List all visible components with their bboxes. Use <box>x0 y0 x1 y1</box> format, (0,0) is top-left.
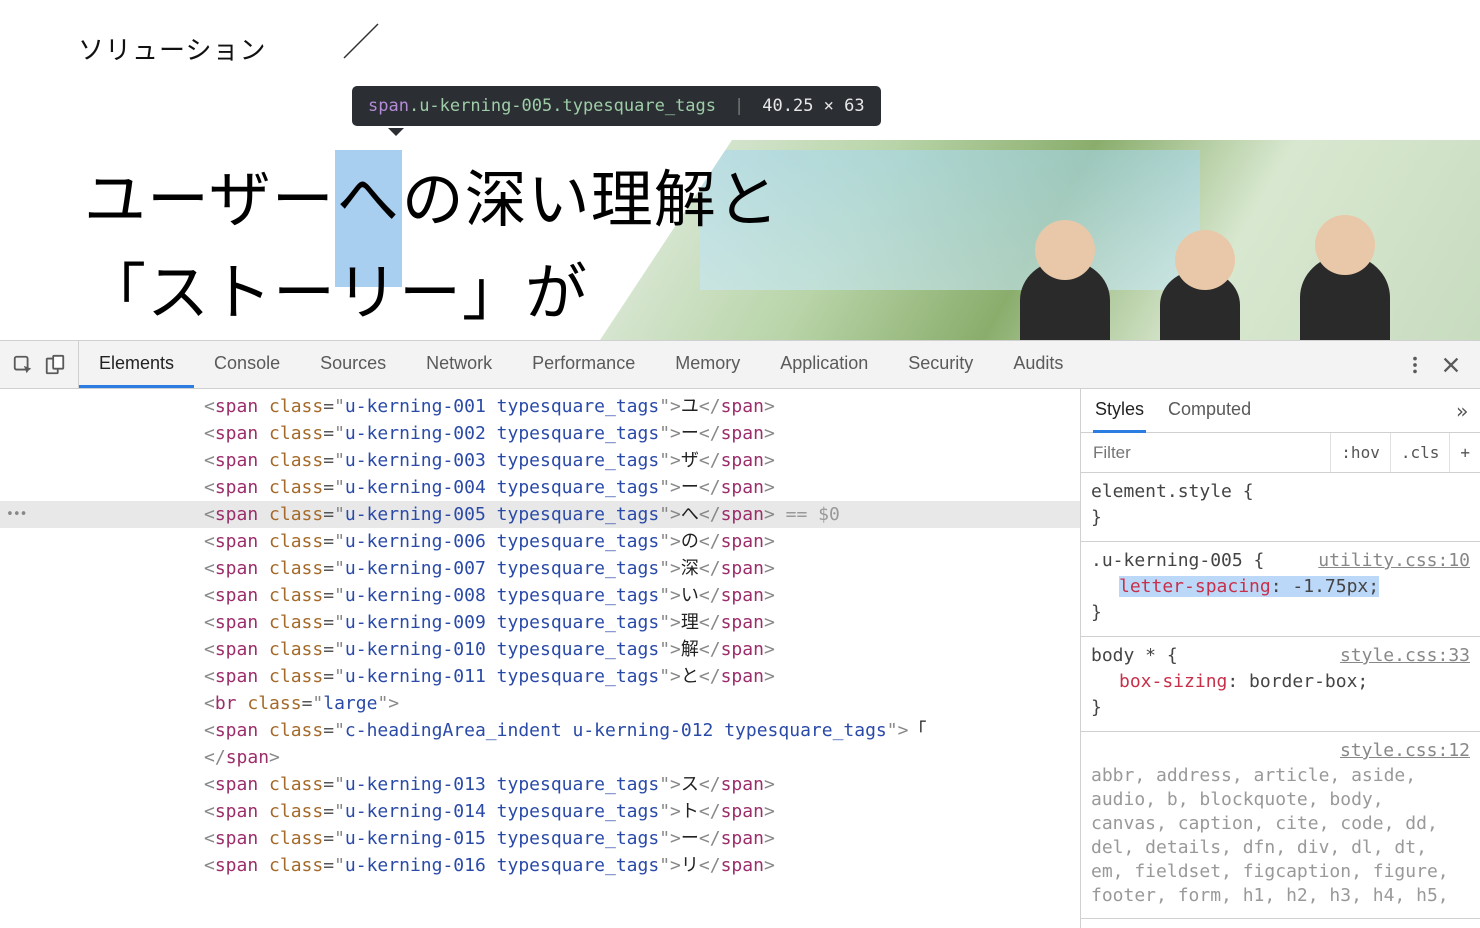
tooltip-dimensions: 40.25 × 63 <box>762 96 864 116</box>
rule-source-link[interactable]: utility.css:10 <box>1318 548 1470 574</box>
dom-node[interactable]: <span class="u-kerning-002 typesquare_ta… <box>0 420 1080 447</box>
dom-node[interactable]: <span class="u-kerning-007 typesquare_ta… <box>0 555 1080 582</box>
device-toolbar-icon[interactable] <box>44 354 66 376</box>
rule-source-link[interactable]: style.css:12 <box>1340 738 1470 764</box>
css-rule[interactable]: .u-kerning-005 {utility.css:10letter-spa… <box>1081 542 1480 637</box>
slash-divider-icon <box>336 16 386 66</box>
dom-node[interactable]: <span class="u-kerning-009 typesquare_ta… <box>0 609 1080 636</box>
devtools-tab-performance[interactable]: Performance <box>512 341 655 388</box>
styles-subtab-styles[interactable]: Styles <box>1093 389 1146 433</box>
solution-label: ソリューション <box>78 30 266 67</box>
dom-node[interactable]: <span class="u-kerning-004 typesquare_ta… <box>0 474 1080 501</box>
dom-node[interactable]: <span class="c-headingArea_indent u-kern… <box>0 717 1080 744</box>
inspect-element-icon[interactable] <box>12 354 34 376</box>
webpage-preview: ソリューション ユーザーへの深い理解と 「ストーリー」が span.u-kern… <box>0 0 1480 340</box>
styles-rules-list[interactable]: element.style {}.u-kerning-005 {utility.… <box>1081 473 1480 928</box>
css-rule[interactable]: body * {style.css:33box-sizing: border-b… <box>1081 637 1480 732</box>
dom-node[interactable]: <span class="u-kerning-001 typesquare_ta… <box>0 393 1080 420</box>
elements-tree[interactable]: <span class="u-kerning-001 typesquare_ta… <box>0 389 1080 928</box>
css-rule[interactable]: element.style {} <box>1081 473 1480 542</box>
devtools-tab-network[interactable]: Network <box>406 341 512 388</box>
element-inspect-tooltip: span.u-kerning-005.typesquare_tags | 40.… <box>352 86 881 126</box>
dom-node[interactable]: <span class="u-kerning-014 typesquare_ta… <box>0 798 1080 825</box>
headline-text: 「ストーリー」が <box>84 247 588 340</box>
tooltip-separator: | <box>734 96 744 116</box>
devtools-panel: ElementsConsoleSourcesNetworkPerformance… <box>0 340 1480 928</box>
styles-filter-input[interactable] <box>1081 443 1330 463</box>
styles-hov-toggle[interactable]: :hov <box>1330 433 1390 472</box>
tooltip-classes: .u-kerning-005.typesquare_tags <box>409 96 716 116</box>
devtools-tab-application[interactable]: Application <box>760 341 888 388</box>
devtools-tab-security[interactable]: Security <box>888 341 993 388</box>
devtools-tabbar: ElementsConsoleSourcesNetworkPerformance… <box>0 341 1480 389</box>
devtools-tab-elements[interactable]: Elements <box>79 341 194 388</box>
rule-source-link[interactable]: style.css:33 <box>1340 643 1470 669</box>
dom-node[interactable]: <span class="u-kerning-016 typesquare_ta… <box>0 852 1080 879</box>
styles-cls-toggle[interactable]: .cls <box>1390 433 1450 472</box>
dom-node[interactable]: </span> <box>0 744 1080 771</box>
dom-node[interactable]: <span class="u-kerning-003 typesquare_ta… <box>0 447 1080 474</box>
styles-sidebar: Styles Computed » :hov .cls + element.st… <box>1080 389 1480 928</box>
devtools-tab-memory[interactable]: Memory <box>655 341 760 388</box>
dom-node[interactable]: <span class="u-kerning-010 typesquare_ta… <box>0 636 1080 663</box>
devtools-tab-sources[interactable]: Sources <box>300 341 406 388</box>
dom-node[interactable]: <span class="u-kerning-005 typesquare_ta… <box>0 501 1080 528</box>
devtools-tab-console[interactable]: Console <box>194 341 300 388</box>
hero-headline: ユーザーへの深い理解と 「ストーリー」が <box>84 154 780 340</box>
devtools-tab-audits[interactable]: Audits <box>993 341 1083 388</box>
dom-node[interactable]: <span class="u-kerning-006 typesquare_ta… <box>0 528 1080 555</box>
tooltip-tag: span <box>368 96 409 116</box>
dom-node[interactable]: <br class="large"> <box>0 690 1080 717</box>
dom-node[interactable]: <span class="u-kerning-011 typesquare_ta… <box>0 663 1080 690</box>
styles-subtab-computed[interactable]: Computed <box>1166 389 1253 433</box>
css-rule[interactable]: style.css:12abbr, address, article, asid… <box>1081 732 1480 919</box>
styles-more-icon[interactable]: » <box>1456 399 1468 423</box>
styles-add-rule-icon[interactable]: + <box>1449 433 1480 472</box>
dom-node[interactable]: <span class="u-kerning-015 typesquare_ta… <box>0 825 1080 852</box>
dom-node[interactable]: <span class="u-kerning-013 typesquare_ta… <box>0 771 1080 798</box>
kebab-menu-icon[interactable] <box>1404 354 1426 376</box>
close-devtools-icon[interactable] <box>1440 354 1462 376</box>
headline-text: の深い理解と <box>402 154 780 247</box>
dom-node[interactable]: <span class="u-kerning-008 typesquare_ta… <box>0 582 1080 609</box>
headline-text: ユーザー <box>84 154 335 247</box>
